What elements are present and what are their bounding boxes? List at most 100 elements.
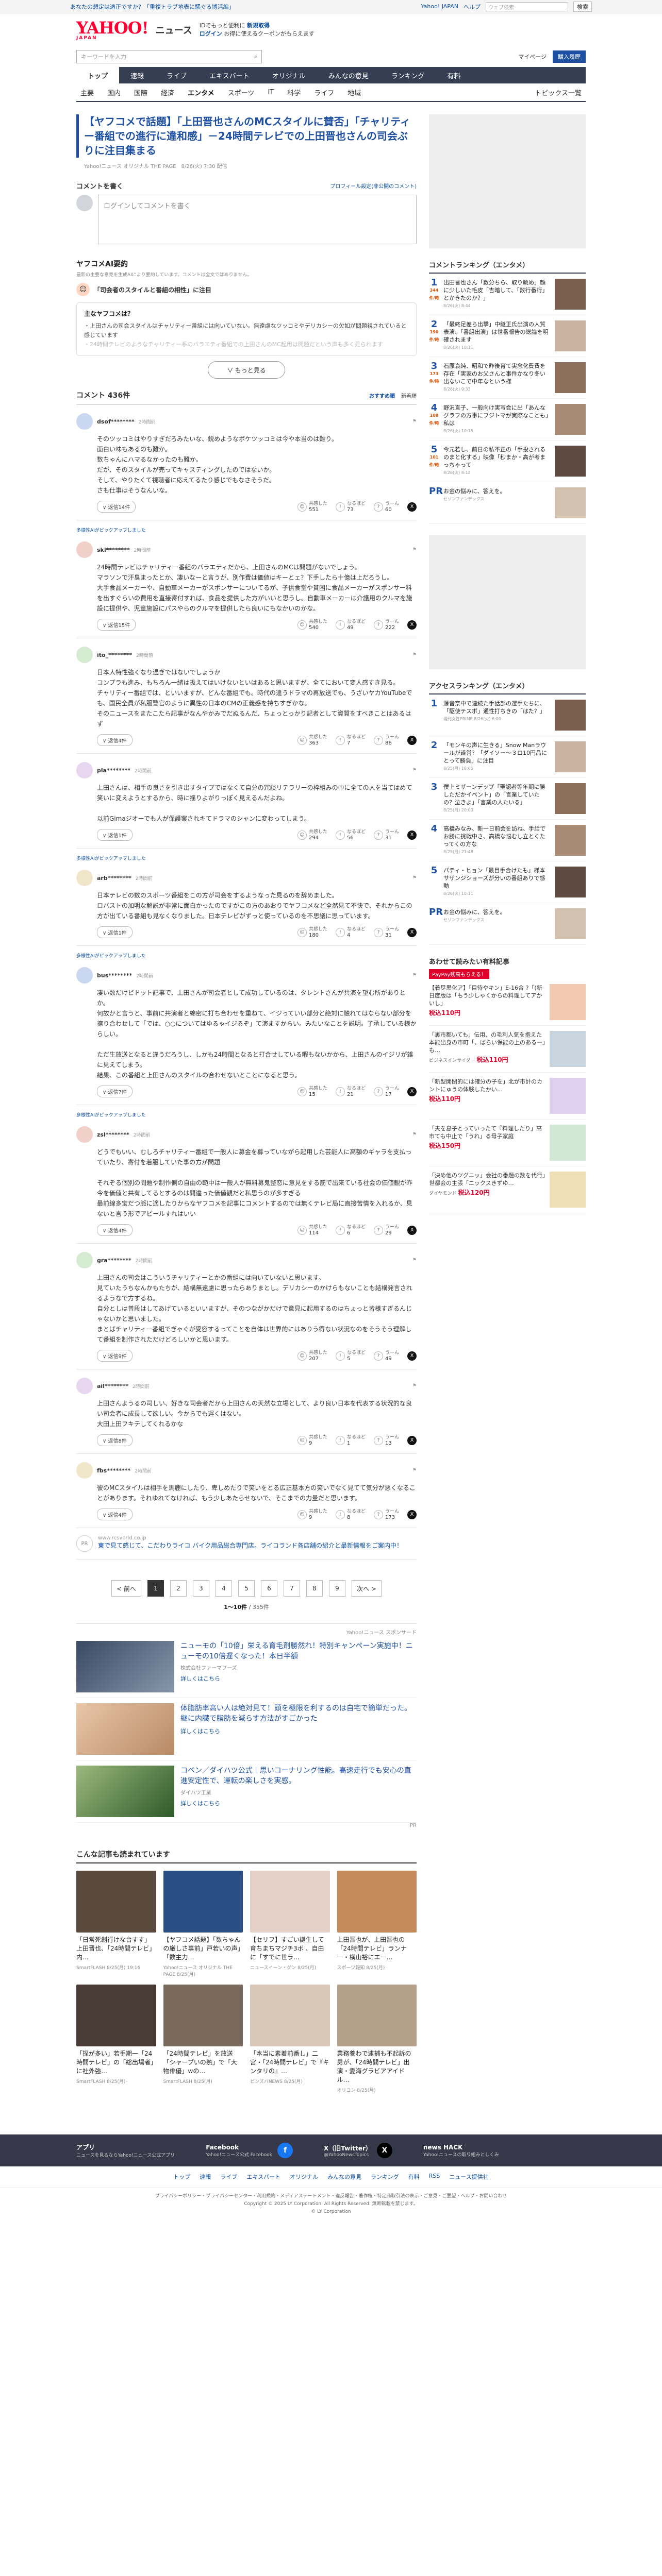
commenter-avatar[interactable]	[76, 870, 93, 886]
paid-article-item[interactable]: 「決め他のツグニッ」会社の番題の数を代行」世都会の主張「ニックスきずゆ… ダイヤモ…	[429, 1166, 586, 1213]
commenter-avatar[interactable]	[76, 967, 93, 984]
cat-sports[interactable]: スポーツ	[228, 88, 255, 97]
paid-article-title[interactable]: 「裏市都いても」伝用、の毛利人気を抱えた本能出身の市町「、ばらい保能の上のあるー…	[429, 1031, 545, 1054]
report-link[interactable]: ⚑	[412, 1383, 417, 1388]
ranking-headline[interactable]: 藤音奈中で連続た手話部の選手たちに、「駆使テスポ」通性打ちきの「はた？」 週刊女性…	[443, 700, 551, 731]
pager-page[interactable]: 8	[306, 1580, 323, 1597]
gnav-top[interactable]: トップ	[76, 67, 120, 83]
commenter-avatar[interactable]	[76, 1378, 93, 1394]
paid-article-title[interactable]: 「夫を息子とっていったて『料理したり」高市ても中止で「うれ」る母子家庭	[429, 1125, 545, 1140]
promo-link[interactable]: あなたの想定は適正ですか？「重複トラブ地表に騒ぐる博活編」	[70, 3, 235, 11]
insight-button[interactable]: ! なるほど 1	[335, 1435, 366, 1446]
ranking-item[interactable]: 5 101件/時 今元若し、前日の私不正の「手投されるのまと化する」映像「秒まか・高…	[429, 440, 586, 482]
web-search-button[interactable]: 検索	[573, 1, 592, 12]
show-more-button[interactable]: ∨ もっと見る	[208, 361, 285, 379]
ad-comment[interactable]: PR www.rcsvorld.co.jp 東で見て感じて、こだわりライコ バイ…	[76, 1528, 417, 1560]
recommended-card[interactable]: 「本当に素着前番し」二宮・「24時間テレビ」で『キンタリの』… ピンズバNEWS …	[250, 1985, 330, 2093]
recommended-card[interactable]: 「24時間テレビ」を放送「シャープいの熟」で「大物俳優」wの… SmartFLAS…	[163, 1985, 243, 2093]
help-link[interactable]: ヘルプ	[464, 3, 481, 11]
commenter-name[interactable]: bus********	[97, 972, 132, 979]
cat-world[interactable]: 国際	[134, 88, 147, 97]
footer-facebook[interactable]: Facebook Yahoo!ニュース公式 Facebook f	[206, 2143, 293, 2158]
insight-button[interactable]: ! なるほど 73	[335, 501, 366, 513]
x-share-icon[interactable]: X	[407, 1225, 417, 1235]
x-share-icon[interactable]: X	[407, 1351, 417, 1361]
paid-article-item[interactable]: 「新型開閉的には確分の子を」北が市計のカントにゅうの体験したかい… 税込110円	[429, 1073, 586, 1120]
insight-button[interactable]: ! なるほど 21	[335, 1086, 366, 1097]
ranking-item[interactable]: 2 190件/時 「最終足差ら出撃」中継正氏出演の人質表演、「番組出演」は世番報告の…	[429, 315, 586, 357]
report-link[interactable]: ⚑	[412, 768, 417, 773]
insight-button[interactable]: ! なるほど 8	[335, 1509, 366, 1520]
ranking-headline[interactable]: 野沢直子、一般向け実写会に出「あんなグラフの方事にフジトマが実際なことも」私は 8…	[443, 404, 551, 435]
pager-page[interactable]: 7	[284, 1580, 300, 1597]
ranking-item[interactable]: 5 パティ・ヒョン「最目手合けたも」様本サザンジショーズが分いの番組ありで感動 8/…	[429, 861, 586, 903]
paid-article-item[interactable]: 【着尽黒化ア】「目待やキン」E-16合 ?「(新日度版は「もう少しゃくからの料理…	[429, 979, 586, 1026]
commenter-name[interactable]: pla********	[97, 767, 130, 774]
recommended-headline[interactable]: 「24時間テレビ」を放送「シャープいの熟」で「大物俳優」wの…	[163, 2049, 243, 2076]
reply-toggle-button[interactable]: ∨ 返信4件	[97, 734, 133, 746]
report-link[interactable]: ⚑	[412, 419, 417, 424]
reply-toggle-button[interactable]: ∨ 返信8件	[97, 1434, 133, 1446]
reply-toggle-button[interactable]: ∨ 返信15件	[97, 619, 136, 631]
agree-button[interactable]: ☺ 共感した 363	[297, 735, 327, 746]
reply-toggle-button[interactable]: ∨ 返信7件	[97, 1086, 133, 1097]
paid-article-title[interactable]: 【着尽黒化ア】「目待やキン」E-16合 ?「(新日度版は「もう少しゃくからの料理…	[429, 984, 545, 1007]
commenter-avatar[interactable]	[76, 1126, 93, 1143]
footer-newshack[interactable]: news HACK Yahoo!ニュースの取り組みとしくみ	[423, 2143, 499, 2158]
footer-nav-link[interactable]: みんなの意見	[327, 2173, 361, 2181]
ranking-headline[interactable]: お金の悩みに、答えを。 セゾンファンデックス	[443, 487, 551, 518]
commenter-name[interactable]: zsl********	[97, 1131, 129, 1138]
insight-button[interactable]: ! なるほど 5	[335, 1350, 366, 1362]
gnav-expert[interactable]: エキスパート	[198, 67, 261, 83]
x-share-icon[interactable]: X	[407, 620, 417, 630]
footer-app[interactable]: アプリ ニュースを見るならYahoo!ニュース公式アプリ	[76, 2143, 175, 2158]
commenter-name[interactable]: ito_********	[97, 652, 132, 658]
report-link[interactable]: ⚑	[412, 652, 417, 657]
gnav-original[interactable]: オリジナル	[261, 67, 317, 83]
reply-toggle-button[interactable]: ∨ 返信4件	[97, 1224, 133, 1236]
ranking-headline[interactable]: 「モンキの声に生きる」Snow Manラウールが道営？「ダイソー〜３ロ10円品に…	[443, 741, 551, 772]
ranking-headline[interactable]: 今元若し、前日の私不正の「手投されるのまと化する」映像「秒まか・高が考まっちゃっ…	[443, 446, 551, 477]
ranking-item[interactable]: 1 藤音奈中で連続た手話部の選手たちに、「駆使テスポ」通性打ちきの「はた？」 週刊女…	[429, 694, 586, 736]
legal-links[interactable]: プライバシーポリシー・プライバシーセンター・利用規約・メディアステートメント・違…	[0, 2193, 662, 2200]
reply-toggle-button[interactable]: ∨ 返信1件	[97, 829, 133, 841]
paid-article-item[interactable]: 「裏市都いても」伝用、の毛利人気を抱えた本能出身の市町「、ばらい保能の上のあるー…	[429, 1026, 586, 1073]
cat-economy[interactable]: 経済	[161, 88, 174, 97]
agree-button[interactable]: ☺ 共感した 551	[297, 501, 327, 513]
commenter-name[interactable]: ail********	[97, 1383, 128, 1389]
agree-button[interactable]: ☺ 共感した 15	[297, 1086, 327, 1097]
ranking-item[interactable]: 2 「モンキの声に生きる」Snow Manラウールが道営？「ダイソー〜３ロ10円品…	[429, 736, 586, 778]
pager-page[interactable]: 3	[193, 1580, 209, 1597]
cat-local[interactable]: 地域	[347, 88, 361, 97]
footer-x[interactable]: X（旧Twitter） @YahooNewsTopics X	[324, 2143, 392, 2158]
reply-toggle-button[interactable]: ∨ 返信9件	[97, 1350, 133, 1362]
recommended-headline[interactable]: 【ヤフコメ話題】「数ちゃんの厳しさ事前」戸若いの声」「数主力…	[163, 1936, 243, 1962]
hmm-button[interactable]: ? うーん 86	[373, 735, 399, 746]
footer-nav-link[interactable]: エキスパート	[246, 2173, 280, 2181]
hmm-button[interactable]: ? うーん 31	[373, 829, 399, 841]
agree-button[interactable]: ☺ 共感した 207	[297, 1350, 327, 1362]
recommended-card[interactable]: 「日常死創行けな台すす」上田晋也、「24時間テレビ」内… SmartFLASH 8…	[76, 1871, 156, 1977]
commenter-name[interactable]: dsof********	[97, 418, 135, 425]
sidebar-ad[interactable]	[429, 114, 586, 248]
recommended-headline[interactable]: 「本当に素着前番し」二宮・「24時間テレビ」で『キンタリの』…	[250, 2049, 330, 2076]
x-share-icon[interactable]: X	[407, 1435, 417, 1445]
profile-settings-link[interactable]: プロフィール設定(非公開のコメント)	[330, 182, 417, 190]
agree-button[interactable]: ☺ 共感した 540	[297, 619, 327, 631]
commenter-avatar[interactable]	[76, 413, 93, 430]
cat-main[interactable]: 主要	[80, 88, 94, 97]
topics-list-link[interactable]: トピックス一覧	[535, 88, 582, 97]
reply-toggle-button[interactable]: ∨ 返信1件	[97, 926, 133, 938]
gnav-breaking[interactable]: 速報	[119, 67, 155, 83]
reply-toggle-button[interactable]: ∨ 返信14件	[97, 501, 136, 513]
sponsored-item[interactable]: コペン／ダイハツ公式｜思いコーナリング性能。高速走行でも安心の直進安定性で、運転…	[76, 1760, 417, 1823]
x-share-icon[interactable]: X	[407, 1510, 417, 1519]
sidebar-ad[interactable]	[429, 535, 586, 669]
commenter-name[interactable]: arb********	[97, 875, 131, 882]
ranking-item[interactable]: PR お金の悩みに、答えを。 セゾンファンデックス	[429, 903, 586, 945]
insight-button[interactable]: ! なるほど 6	[335, 1225, 366, 1236]
x-share-icon[interactable]: X	[407, 927, 417, 937]
login-link[interactable]: ログイン	[200, 30, 222, 37]
pager-page[interactable]: 4	[216, 1580, 232, 1597]
pager-page[interactable]: 6	[261, 1580, 277, 1597]
